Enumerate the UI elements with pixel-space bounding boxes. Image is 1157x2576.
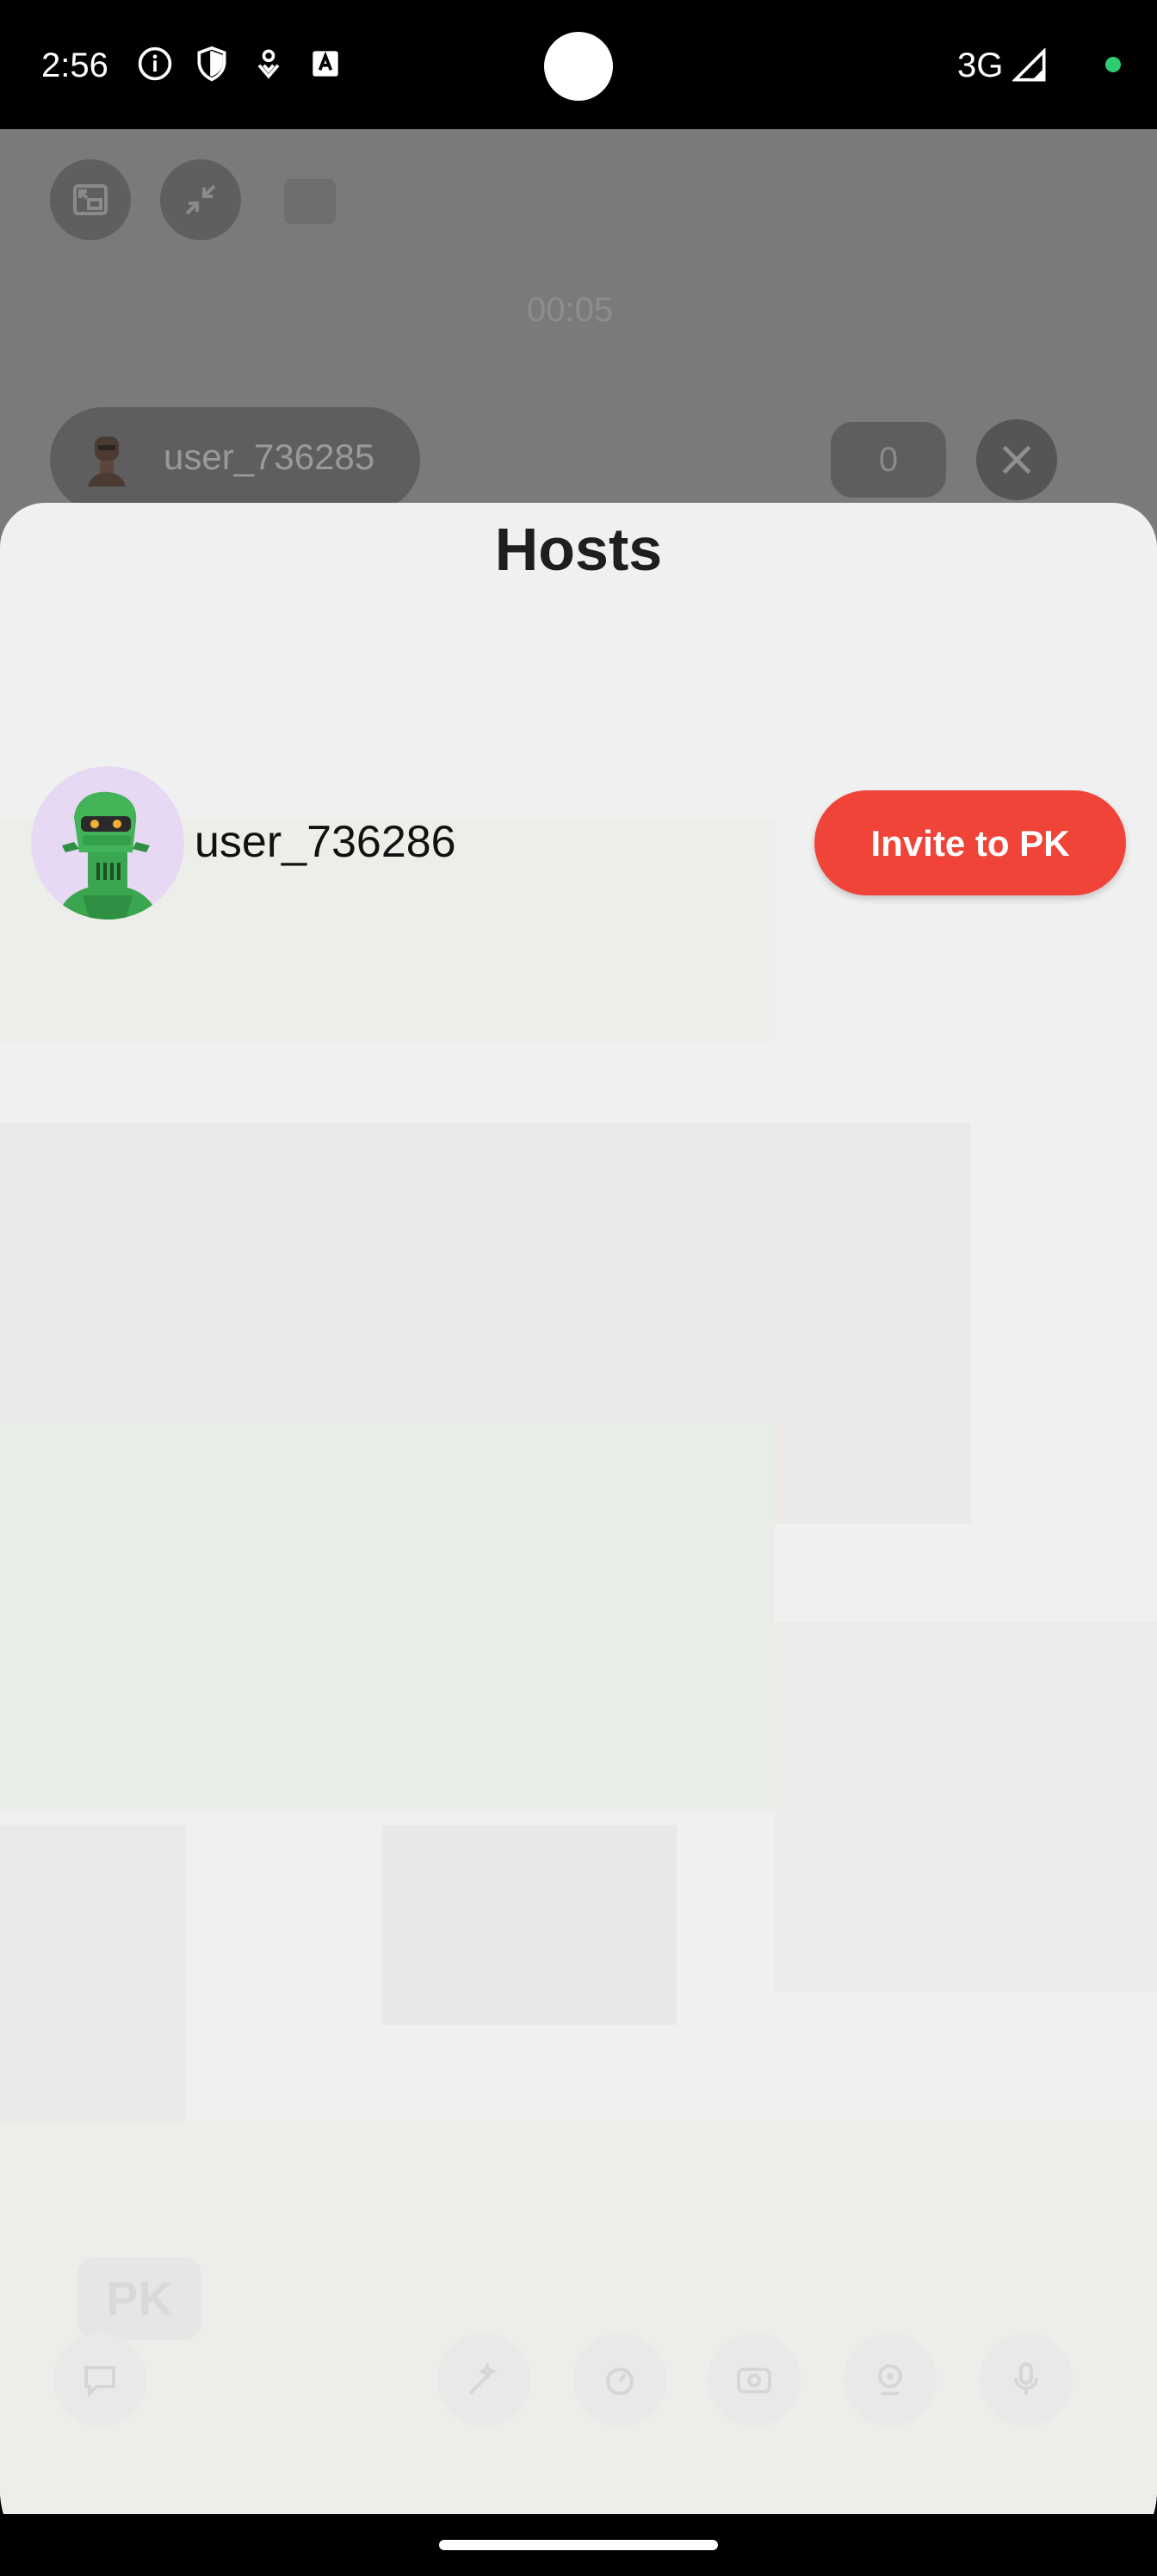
signal-icon — [1011, 46, 1047, 83]
live-timer: 00:05 — [527, 291, 614, 329]
camera-icon — [878, 2364, 902, 2395]
home-gesture-handle[interactable] — [439, 2540, 718, 2550]
host-list-item: user_736286 Invite to PK — [0, 766, 1157, 921]
background-block — [382, 1825, 677, 2025]
camera-button[interactable] — [844, 2333, 937, 2426]
screen-icon — [284, 179, 336, 224]
viewer-count[interactable]: 0 — [831, 422, 946, 498]
host-name-label: user_736286 — [195, 817, 456, 867]
minimize-button[interactable] — [160, 159, 241, 240]
shield-icon — [193, 45, 231, 83]
robot-avatar-icon — [31, 766, 184, 920]
chat-button[interactable] — [53, 2333, 146, 2426]
invite-to-pk-button[interactable]: Invite to PK — [814, 790, 1126, 895]
flip-camera-icon — [737, 2368, 771, 2393]
minimize-icon — [185, 184, 216, 215]
host-avatar-icon — [88, 437, 126, 486]
close-room-button[interactable] — [976, 419, 1057, 500]
phone-screen: 2:56 3G 00:05 user_736285 0 Hosts user_7… — [0, 0, 1157, 2576]
flip-camera-button[interactable] — [708, 2333, 801, 2426]
microphone-icon — [1014, 2362, 1038, 2395]
hosts-bottom-sheet: Hosts user_736286 Invite to PK PK — [0, 503, 1157, 2514]
background-block — [0, 1424, 775, 1811]
network-type: 3G — [957, 46, 1004, 84]
beauty-icon — [468, 2362, 497, 2395]
effects-icon — [606, 2368, 634, 2395]
keyboard-icon — [306, 45, 344, 83]
host-info-pill[interactable]: user_736285 — [50, 407, 420, 512]
info-icon — [136, 45, 174, 83]
effects-button[interactable] — [573, 2333, 666, 2426]
pk-button[interactable]: PK — [77, 2257, 201, 2340]
front-camera — [544, 32, 613, 101]
host-name: user_736285 — [164, 437, 375, 477]
background-block — [775, 1622, 1157, 1992]
beauty-button[interactable] — [437, 2333, 530, 2426]
navigation-bar — [0, 2514, 1157, 2576]
vpn-icon — [250, 45, 288, 83]
chat-icon — [84, 2366, 115, 2398]
microphone-button[interactable] — [980, 2333, 1073, 2426]
status-bar: 2:56 3G — [0, 0, 1157, 129]
sheet-title: Hosts — [494, 516, 663, 583]
close-icon — [1002, 445, 1031, 474]
pip-icon — [73, 184, 108, 215]
status-time: 2:56 — [41, 46, 108, 84]
privacy-indicator-dot — [1105, 57, 1121, 72]
pip-button[interactable] — [50, 159, 131, 240]
